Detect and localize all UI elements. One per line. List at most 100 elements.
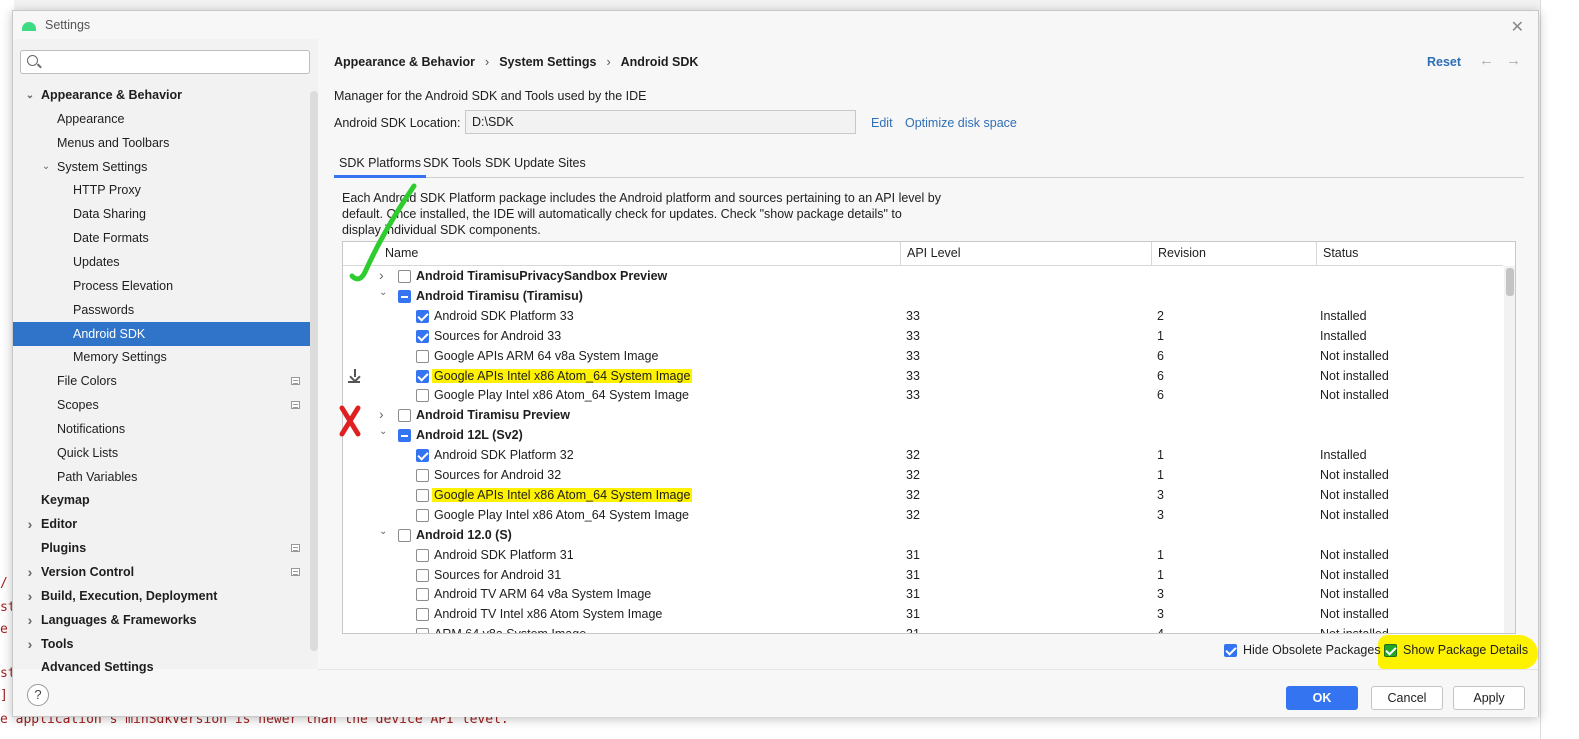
package-checkbox[interactable] <box>416 369 429 383</box>
sidebar-item-quick-lists[interactable]: Quick Lists <box>13 441 318 465</box>
package-group-row[interactable]: › Android Tiramisu Preview <box>343 406 1503 426</box>
sidebar-scrollbar[interactable] <box>310 91 318 651</box>
package-row[interactable]: Google Play Intel x86 Atom_64 System Ima… <box>343 386 1503 406</box>
sidebar-item-android-sdk[interactable]: Android SDK <box>13 321 318 346</box>
sidebar-item-version-control[interactable]: › Version Control <box>13 560 318 584</box>
package-group-row[interactable]: ⌄ Android Tiramisu (Tiramisu) <box>343 287 1503 307</box>
show-package-details-checkbox[interactable] <box>1384 643 1397 657</box>
settings-search-box[interactable] <box>20 50 310 74</box>
sidebar-item-http-proxy[interactable]: HTTP Proxy <box>13 178 318 202</box>
edit-sdk-location-link[interactable]: Edit <box>871 116 893 130</box>
show-details-option[interactable]: Show Package Details <box>1384 639 1528 661</box>
sidebar-item-plugins[interactable]: Plugins <box>13 536 318 560</box>
back-arrow-icon[interactable]: ← <box>1479 52 1494 69</box>
sidebar-item-path-variables[interactable]: Path Variables <box>13 465 318 489</box>
hide-obsolete-checkbox[interactable] <box>1224 643 1237 657</box>
package-row[interactable]: Sources for Android 32 32 1 Not installed <box>343 466 1503 486</box>
sidebar-item-keymap[interactable]: Keymap <box>13 488 318 512</box>
column-header-revision[interactable]: Revision <box>1151 242 1206 266</box>
sidebar-item-notifications[interactable]: Notifications <box>13 417 318 441</box>
tab-sdk-update-sites[interactable]: SDK Update Sites <box>480 150 591 178</box>
table-scrollbar-thumb[interactable] <box>1506 268 1514 296</box>
package-checkbox[interactable] <box>416 329 429 343</box>
sidebar-item-file-colors[interactable]: File Colors <box>13 369 318 393</box>
package-checkbox[interactable] <box>398 429 411 443</box>
package-checkbox[interactable] <box>416 608 429 622</box>
package-row[interactable]: ARM 64 v8a System Image 31 4 Not installed <box>343 625 1503 633</box>
package-row[interactable]: Google APIs Intel x86 Atom_64 System Ima… <box>343 367 1503 387</box>
sidebar-item-scopes[interactable]: Scopes <box>13 393 318 417</box>
ok-button[interactable]: OK <box>1286 686 1358 710</box>
reset-link[interactable]: Reset <box>1427 55 1461 69</box>
package-row[interactable]: Android SDK Platform 32 32 1 Installed <box>343 446 1503 466</box>
package-checkbox[interactable] <box>398 289 411 303</box>
sidebar-item-label: Data Sharing <box>73 207 146 222</box>
package-row[interactable]: Android SDK Platform 31 31 1 Not installed <box>343 546 1503 566</box>
package-row[interactable]: Google APIs ARM 64 v8a System Image 33 6 No… <box>343 347 1503 367</box>
sidebar-item-advanced-settings[interactable]: Advanced Settings <box>13 655 318 679</box>
package-checkbox[interactable] <box>416 588 429 602</box>
apply-button[interactable]: Apply <box>1453 686 1525 710</box>
sidebar-item-languages-frameworks[interactable]: › Languages & Frameworks <box>13 608 318 632</box>
sdk-location-field[interactable]: D:\SDK <box>465 110 856 134</box>
api-level-cell: 32 <box>906 507 920 522</box>
sidebar-item-updates[interactable]: Updates <box>13 250 318 274</box>
package-group-row[interactable]: › Android TiramisuPrivacySandbox Preview <box>343 267 1503 287</box>
package-row[interactable]: Sources for Android 33 33 1 Installed <box>343 327 1503 347</box>
package-checkbox[interactable] <box>416 309 429 323</box>
sidebar-item-data-sharing[interactable]: Data Sharing <box>13 202 318 226</box>
chevron-right-icon[interactable]: › <box>25 636 35 652</box>
package-row[interactable]: Google APIs Intel x86 Atom_64 System Ima… <box>343 486 1503 506</box>
help-button[interactable]: ? <box>27 684 49 706</box>
sidebar-item-build-execution-deployment[interactable]: › Build, Execution, Deployment <box>13 584 318 608</box>
package-row[interactable]: Android SDK Platform 33 33 2 Installed <box>343 307 1503 327</box>
package-row[interactable]: Android TV Intel x86 Atom System Image 31… <box>343 605 1503 625</box>
hide-obsolete-option[interactable]: Hide Obsolete Packages <box>1224 639 1381 661</box>
sidebar-item-date-formats[interactable]: Date Formats <box>13 226 318 250</box>
package-checkbox[interactable] <box>416 508 429 522</box>
sidebar-item-appearance-behavior[interactable]: ⌄ Appearance & Behavior <box>13 83 318 107</box>
forward-arrow-icon[interactable]: → <box>1506 52 1521 69</box>
chevron-right-icon[interactable]: › <box>25 588 35 604</box>
column-header-status[interactable]: Status <box>1316 242 1358 266</box>
package-checkbox[interactable] <box>416 449 429 463</box>
package-checkbox[interactable] <box>416 488 429 502</box>
chevron-down-icon[interactable]: ⌄ <box>25 90 35 101</box>
tab-sdk-tools[interactable]: SDK Tools <box>418 150 486 178</box>
chevron-right-icon[interactable]: › <box>379 406 384 422</box>
package-checkbox[interactable] <box>416 548 429 562</box>
column-header-api-level[interactable]: API Level <box>900 242 961 266</box>
chevron-right-icon[interactable]: › <box>25 564 35 580</box>
package-checkbox[interactable] <box>416 349 429 363</box>
package-checkbox[interactable] <box>398 409 411 423</box>
close-icon[interactable]: ✕ <box>1511 17 1524 37</box>
package-checkbox[interactable] <box>416 568 429 582</box>
sidebar-item-process-elevation[interactable]: Process Elevation <box>13 274 318 298</box>
sidebar-item-system-settings[interactable]: ⌄ System Settings <box>13 155 318 179</box>
chevron-down-icon[interactable]: ⌄ <box>379 426 387 437</box>
package-checkbox[interactable] <box>416 628 429 633</box>
package-group-row[interactable]: ⌄ Android 12.0 (S) <box>343 526 1503 546</box>
cancel-button[interactable]: Cancel <box>1371 686 1443 710</box>
table-scrollbar[interactable] <box>1504 266 1515 633</box>
chevron-down-icon[interactable]: ⌄ <box>379 526 387 537</box>
chevron-right-icon[interactable]: › <box>25 612 35 628</box>
package-group-row[interactable]: ⌄ Android 12L (Sv2) <box>343 426 1503 446</box>
package-checkbox[interactable] <box>416 389 429 403</box>
tab-sdk-platforms[interactable]: SDK Platforms <box>334 150 426 178</box>
chevron-right-icon[interactable]: › <box>25 516 35 532</box>
package-checkbox[interactable] <box>416 469 429 482</box>
sidebar-item-appearance[interactable]: Appearance <box>13 107 318 131</box>
chevron-down-icon[interactable]: ⌄ <box>41 161 51 172</box>
sidebar-item-editor[interactable]: › Editor <box>13 512 318 536</box>
optimize-disk-space-link[interactable]: Optimize disk space <box>905 116 1017 130</box>
sidebar-item-memory-settings[interactable]: Memory Settings <box>13 345 318 369</box>
package-row[interactable]: Android TV ARM 64 v8a System Image 31 3 Not… <box>343 585 1503 605</box>
package-checkbox[interactable] <box>398 528 411 542</box>
sidebar-item-tools[interactable]: › Tools <box>13 632 318 656</box>
package-row[interactable]: Google Play Intel x86 Atom_64 System Ima… <box>343 506 1503 526</box>
package-row[interactable]: Sources for Android 31 31 1 Not installed <box>343 566 1503 586</box>
settings-search-input[interactable] <box>45 53 305 71</box>
sidebar-item-passwords[interactable]: Passwords <box>13 298 318 322</box>
sidebar-item-menus-and-toolbars[interactable]: Menus and Toolbars <box>13 131 318 155</box>
